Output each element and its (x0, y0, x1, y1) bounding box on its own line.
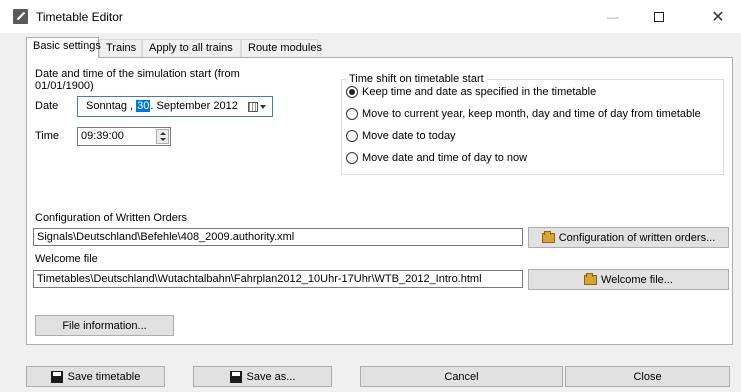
save-icon (229, 370, 242, 383)
date-month-year: . September 2012 (150, 100, 238, 112)
calendar-icon (248, 101, 258, 112)
radio-button[interactable] (346, 130, 358, 142)
radio-label: Move date to today (362, 130, 456, 142)
save-as-button[interactable]: Save as... (193, 366, 332, 387)
radio-label: Keep time and date as specified in the t… (362, 86, 597, 98)
date-label: Date (35, 100, 59, 112)
chevron-down-icon (260, 104, 266, 109)
time-shift-title: Time shift on timetable start (346, 73, 487, 85)
radio-button[interactable] (346, 86, 358, 98)
basic-settings-panel: Date and time of the simulation start (f… (26, 57, 733, 345)
welcome-file-path-field[interactable]: Timetables\Deutschland\Wutachtalbahn\Fah… (33, 270, 523, 288)
time-shift-group: Time shift on timetable start Keep time … (341, 73, 724, 175)
button-label: Save as... (246, 370, 296, 383)
date-day-selected[interactable]: 30 (136, 100, 151, 112)
cancel-button[interactable]: Cancel (360, 366, 563, 387)
written-orders-path-field[interactable]: Signals\Deutschland\Befehle\408_2009.aut… (33, 228, 523, 246)
maximize-icon (654, 11, 664, 22)
radio-move-date-today[interactable]: Move date to today (346, 129, 456, 143)
tab-trains[interactable]: Trains (99, 39, 142, 57)
close-button[interactable]: Close (565, 366, 730, 387)
folder-open-icon (584, 272, 598, 285)
close-icon: ✕ (711, 8, 725, 26)
written-orders-label: Configuration of Written Orders (35, 212, 188, 224)
file-information-button[interactable]: File information... (35, 315, 174, 336)
minimize-button[interactable]: — (590, 0, 636, 33)
written-orders-path: Signals\Deutschland\Befehle\408_2009.aut… (37, 231, 295, 243)
time-input[interactable]: 09:39:00 (77, 127, 171, 146)
simulation-start-heading-cont: 01/01/1900) (35, 80, 94, 92)
time-value[interactable]: 09:39:00 (81, 130, 124, 142)
title-bar: Timetable Editor — ✕ (0, 0, 741, 33)
radio-move-current-year[interactable]: Move to current year, keep month, day an… (346, 107, 701, 121)
timetable-editor-icon (13, 9, 28, 24)
date-value[interactable]: Sonntag , 30. September 2012 (86, 100, 238, 112)
button-label: Configuration of written orders... (558, 231, 716, 244)
maximize-button[interactable] (636, 0, 682, 33)
minimize-icon: — (607, 9, 619, 24)
button-label: Save timetable (67, 370, 141, 383)
radio-move-date-now[interactable]: Move date and time of day to now (346, 151, 527, 165)
date-separator: , (126, 100, 137, 112)
tab-basic-settings[interactable]: Basic settings (26, 37, 101, 58)
welcome-file-path: Timetables\Deutschland\Wutachtalbahn\Fah… (37, 273, 482, 285)
tab-apply-to-all-trains[interactable]: Apply to all trains (142, 39, 241, 57)
window-title: Timetable Editor (36, 10, 123, 24)
save-timetable-button[interactable]: Save timetable (26, 366, 165, 387)
date-picker[interactable]: Sonntag , 30. September 2012 (77, 96, 273, 117)
simulation-start-heading: Date and time of the simulation start (f… (35, 68, 240, 80)
radio-button[interactable] (346, 108, 358, 120)
button-label: Welcome file... (601, 273, 673, 286)
radio-keep-time[interactable]: Keep time and date as specified in the t… (346, 85, 596, 99)
time-spinner[interactable] (156, 129, 169, 144)
radio-label: Move to current year, keep month, day an… (362, 108, 701, 120)
close-window-button[interactable]: ✕ (695, 0, 741, 33)
radio-button[interactable] (346, 152, 358, 164)
time-label: Time (35, 130, 60, 142)
save-icon (50, 370, 63, 383)
tab-route-modules[interactable]: Route modules (241, 39, 322, 57)
welcome-file-button[interactable]: Welcome file... (528, 269, 729, 290)
date-weekday: Sonntag (86, 100, 127, 112)
configuration-written-orders-button[interactable]: Configuration of written orders... (528, 227, 729, 248)
radio-label: Move date and time of day to now (362, 152, 528, 164)
welcome-file-label: Welcome file (35, 253, 98, 265)
folder-open-icon (541, 230, 555, 243)
calendar-dropdown-button[interactable] (248, 100, 268, 113)
